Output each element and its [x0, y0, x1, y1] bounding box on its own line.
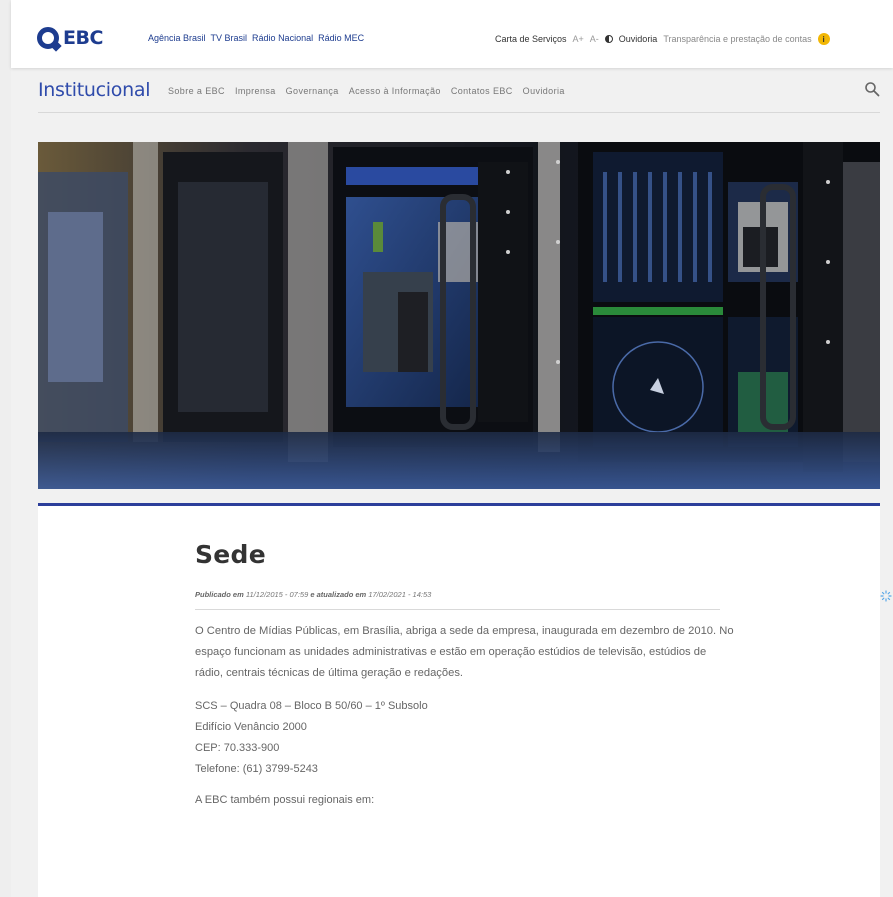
- network-links: Agência Brasil TV Brasil Rádio Nacional …: [148, 33, 364, 43]
- contrast-icon[interactable]: [604, 35, 613, 43]
- link-ouvidoria[interactable]: Ouvidoria: [619, 34, 658, 44]
- page: EBC Agência Brasil TV Brasil Rádio Nacio…: [11, 0, 893, 897]
- nav-item-imprensa[interactable]: Imprensa: [235, 86, 276, 96]
- section-nav: Institucional Sobre a EBC Imprensa Gover…: [38, 77, 880, 113]
- accessibility-info-icon[interactable]: i: [817, 33, 830, 45]
- page-title: Sede: [195, 540, 267, 569]
- search-icon[interactable]: [864, 81, 880, 97]
- meta-published-date: 11/12/2015 - 07:59: [245, 590, 309, 599]
- hero-image: [38, 142, 880, 489]
- article-card: Sede Publicado em 11/12/2015 - 07:59 e a…: [38, 503, 880, 897]
- broadcast-equipment-illustration: [38, 142, 880, 489]
- meta-updated-date: 17/02/2021 - 14:53: [368, 590, 432, 599]
- top-header: EBC Agência Brasil TV Brasil Rádio Nacio…: [11, 0, 893, 68]
- font-increase-button[interactable]: A+: [573, 34, 584, 44]
- link-transparencia[interactable]: Transparência e prestação de contas: [663, 34, 811, 44]
- section-title[interactable]: Institucional: [38, 79, 150, 101]
- address-line: SCS – Quadra 08 – Bloco B 50/60 – 1º Sub…: [195, 700, 428, 712]
- link-radio-nacional[interactable]: Rádio Nacional: [252, 33, 313, 43]
- link-tv-brasil[interactable]: TV Brasil: [211, 33, 248, 43]
- font-decrease-button[interactable]: A-: [590, 34, 599, 44]
- page-frame: EBC Agência Brasil TV Brasil Rádio Nacio…: [0, 0, 893, 897]
- link-carta-servicos[interactable]: Carta de Serviços: [495, 34, 567, 44]
- nav-item-governanca[interactable]: Governança: [286, 86, 339, 96]
- article-paragraph: O Centro de Mídias Públicas, em Brasília…: [195, 625, 734, 679]
- header-tools: Carta de Serviços A+ A- Ouvidoria Transp…: [495, 33, 830, 45]
- phone-line: Telefone: (61) 3799-5243: [195, 763, 318, 775]
- meta-updated-label: e atualizado em: [310, 590, 367, 599]
- link-agencia-brasil[interactable]: Agência Brasil: [148, 33, 206, 43]
- nav-item-ouvidoria[interactable]: Ouvidoria: [523, 86, 565, 96]
- address-line: Edifício Venâncio 2000: [195, 721, 307, 733]
- ebc-logo[interactable]: EBC: [37, 27, 103, 49]
- address-line: CEP: 70.333-900: [195, 742, 280, 754]
- link-radio-mec[interactable]: Rádio MEC: [318, 33, 364, 43]
- nav-item-contatos[interactable]: Contatos EBC: [451, 86, 513, 96]
- logo-mark-icon: [37, 27, 59, 49]
- address-block: SCS – Quadra 08 – Bloco B 50/60 – 1º Sub…: [195, 696, 740, 780]
- divider: [195, 609, 720, 610]
- article-meta: Publicado em 11/12/2015 - 07:59 e atuali…: [195, 590, 740, 599]
- logo-text: EBC: [63, 27, 103, 49]
- nav-item-sobre[interactable]: Sobre a EBC: [168, 86, 225, 96]
- regionals-text: A EBC também possui regionais em:: [195, 794, 375, 806]
- article: Sede Publicado em 11/12/2015 - 07:59 e a…: [195, 540, 740, 806]
- meta-published-label: Publicado em: [195, 590, 244, 599]
- nav-item-acesso-informacao[interactable]: Acesso à Informação: [349, 86, 441, 96]
- section-menu: Sobre a EBC Imprensa Governança Acesso à…: [168, 86, 565, 96]
- loading-spinner-icon: [880, 590, 892, 602]
